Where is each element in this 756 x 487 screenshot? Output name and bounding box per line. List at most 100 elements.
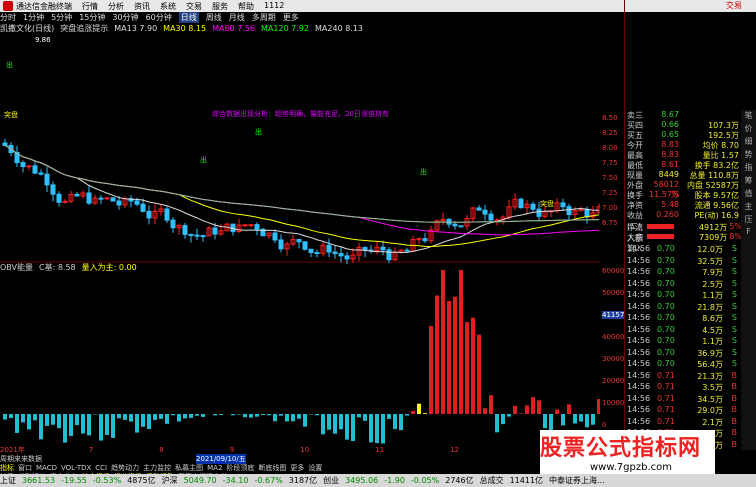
candle-body [536, 208, 542, 217]
volume-bar [15, 414, 19, 433]
signal-text: 综合数据出现分析：超势明确，量能充足，20日涨倍持有 [212, 109, 389, 118]
menu-item-7[interactable]: 1112 [264, 1, 284, 12]
volume-bar [177, 414, 181, 422]
side-tab-5[interactable]: 筹 [741, 175, 756, 188]
candle-body [110, 197, 116, 202]
ma-legend-item: MA60 7.56 [212, 24, 256, 33]
candle-body [278, 239, 284, 250]
indicator-tab-10[interactable]: 断底线图 [258, 463, 286, 473]
volume-bar [21, 414, 25, 423]
status-item: 中泰证券上海... [549, 476, 605, 485]
volume-bar [375, 414, 379, 444]
tick-time: 14:56 [627, 244, 651, 253]
period-tab-0[interactable]: 分时 [0, 12, 16, 23]
menu-item-5[interactable]: 服务 [212, 1, 228, 12]
indicator-tab-9[interactable]: 阶段顶底 [226, 463, 254, 473]
period-tab-5[interactable]: 60分钟 [146, 12, 172, 23]
tick-row: 14:56 0.70 7.9万 S [627, 267, 747, 278]
kline-chart[interactable]: 9.86综合数据出现分析：超势明确，量能充足，20日涨倍持有突盘突盘出出出出 [0, 34, 600, 444]
menu-item-6[interactable]: 帮助 [238, 1, 254, 12]
menu-item-0[interactable]: 行情 [82, 1, 98, 12]
side-tab-4[interactable]: 指 [741, 162, 756, 175]
tick-side: S [731, 313, 737, 322]
tick-time: 14:56 [627, 416, 651, 426]
period-tab-10[interactable]: 更多 [283, 12, 299, 23]
period-tab-1[interactable]: 1分钟 [23, 12, 44, 23]
candle-body [476, 207, 482, 211]
volume-bar [57, 414, 61, 429]
volume-bar [219, 414, 223, 415]
volume-tick: 20000 [602, 377, 625, 385]
price-tick: 7.25 [602, 189, 618, 197]
period-tab-8[interactable]: 月线 [229, 12, 245, 23]
menu-item-1[interactable]: 分析 [108, 1, 124, 12]
volume-bar [435, 295, 439, 414]
period-tab-9[interactable]: 多周期 [252, 12, 276, 23]
tick-time: 14:56 [627, 290, 651, 299]
indicator-tab-4[interactable]: CCI [95, 464, 107, 472]
side-tab-1[interactable]: 价 [741, 123, 756, 136]
volume-bar [159, 414, 163, 419]
period-tab-4[interactable]: 30分钟 [112, 12, 138, 23]
tick-row: 14:56 0.70 8.6万 S [627, 313, 747, 324]
menu-item-3[interactable]: 系统 [160, 1, 176, 12]
tick-volume: 21.3万 [697, 371, 723, 381]
side-tab-0[interactable]: 笔 [741, 110, 756, 123]
timeline-label: 8 [159, 445, 164, 454]
side-tab-2[interactable]: 细 [741, 136, 756, 149]
chu-label: 出 [6, 60, 13, 69]
volume-bar [63, 414, 67, 443]
volume-tick: 0 [602, 421, 607, 429]
tick-time: 14:56 [627, 393, 651, 403]
volume-bar [279, 414, 283, 416]
volume-bar [327, 414, 331, 430]
candle-body [170, 219, 176, 229]
volume-bar [45, 414, 49, 426]
volume-bar [567, 404, 571, 414]
indicator-tab-3[interactable]: VOL-TDX [61, 464, 91, 472]
volume-bar [195, 414, 199, 416]
period-tab-7[interactable]: 周线 [206, 12, 222, 23]
side-tab-7[interactable]: 主 [741, 201, 756, 214]
status-item: 4875亿 [127, 476, 156, 485]
volume-bar [267, 414, 271, 416]
ma-legend-item: MA30 8.15 [163, 24, 207, 33]
status-item: 沪深 [161, 476, 178, 485]
chu-label: 出 [420, 167, 427, 176]
side-tab-9[interactable]: F [741, 227, 756, 240]
volume-bar [39, 414, 43, 440]
side-tabs: 笔价细势指筹值主压F [741, 110, 756, 450]
period-tab-3[interactable]: 15分钟 [79, 12, 105, 23]
peak-label: 9.86 [35, 36, 51, 44]
side-tab-6[interactable]: 值 [741, 188, 756, 201]
candle-body [344, 255, 350, 260]
indicator-tab-2[interactable]: MACD [36, 464, 57, 472]
tick-time: 14:56 [627, 255, 651, 265]
menu-item-4[interactable]: 交易 [186, 1, 202, 12]
volume-bar [93, 414, 97, 415]
volume-bar [201, 414, 205, 417]
ma240-line [4, 144, 600, 223]
side-tab-8[interactable]: 压 [741, 214, 756, 227]
indicator-tab-8[interactable]: MA2 [207, 464, 222, 472]
period-tab-2[interactable]: 5分钟 [51, 12, 72, 23]
indicator-tab-12[interactable]: 设置 [308, 463, 322, 473]
menu-item-2[interactable]: 资讯 [134, 1, 150, 12]
volume-bar [393, 414, 397, 430]
volume-bar [525, 405, 529, 414]
volume-bar [33, 414, 37, 421]
indicator-tab-11[interactable]: 更多 [290, 463, 304, 473]
volume-bar [105, 414, 109, 436]
period-tab-6[interactable]: 日线 [178, 12, 199, 23]
candle-body [362, 246, 368, 251]
volume-bar [459, 270, 463, 414]
status-item: 3661.53 [22, 476, 56, 485]
status-item: -0.53% [92, 476, 122, 485]
price-tick: 8.50 [602, 114, 618, 122]
tick-side: S [731, 244, 737, 253]
side-tab-3[interactable]: 势 [741, 149, 756, 162]
tick-volume: 12.0万 [697, 245, 723, 254]
volume-bar [243, 414, 247, 418]
candle-body [212, 227, 218, 235]
tupan-label-2: 突盘 [540, 199, 554, 208]
